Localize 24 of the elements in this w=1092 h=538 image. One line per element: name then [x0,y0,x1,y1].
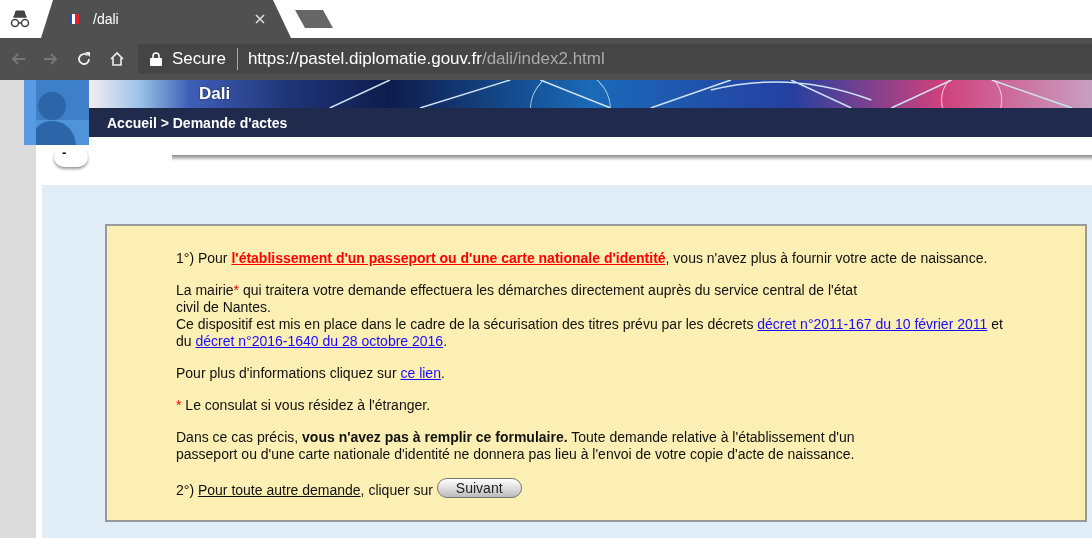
paragraph: La mairie* qui traitera votre demande effectuera les démarches directement auprès du service central de l'état civil de Nantes. Ce dispositif est mis en place dans le cadre de la sécurisation des titres prévu par les décrets décret n°2011-167 du 10 février 2011 et du décret n°2016-1640 du 28 octobre 2016. [176,282,1004,350]
link[interactable]: décret n°2011-167 du 10 février 2011 [757,316,988,332]
paragraph: Dans ce cas précis, vous n'avez pas à remplir ce formulaire. Toute demande relative à l'établissement d'un passeport ou d'une carte nationale d'identité ne donnera pas lieu à l'envoi de votre copie d'acte de naissance. [176,429,856,463]
paragraph: 1°) Pour l'établissement d'un passeport ou d'une carte nationale d'identité, vous n'avez plus à fournir votre acte de naissance. [176,250,989,267]
site-title: Dali [199,84,231,104]
browser-tab[interactable]: /dali [41,0,291,38]
reload-icon[interactable] [76,51,92,67]
close-icon[interactable] [255,14,265,24]
link[interactable]: Pour toute autre demande [197,482,361,498]
next-button[interactable]: Suivant [436,478,522,498]
security-label: Secure [172,48,238,70]
lock-icon [150,52,162,66]
paragraph: Pour plus d'informations cliquez sur ce lien. [176,365,446,382]
collapse-toggle[interactable]: - [54,147,88,167]
instruction-text: 2°) Pour toute autre demande, cliquer sur Suivant [176,478,1085,499]
breadcrumb: Accueil > Demande d'actes [89,108,1092,137]
link[interactable]: ce lien [400,365,441,381]
paragraph: * Le consulat si vous résidez à l'étranger. [176,397,432,414]
home-icon[interactable] [109,51,125,67]
incognito-icon [9,10,31,28]
address-bar[interactable]: Secure https://pastel.diplomatie.gouv.fr/dali/index2.html [138,44,1092,74]
flag-icon [67,12,81,26]
url-text: https://pastel.diplomatie.gouv.fr/dali/index2.html [247,49,605,69]
new-tab-button[interactable] [295,10,333,28]
